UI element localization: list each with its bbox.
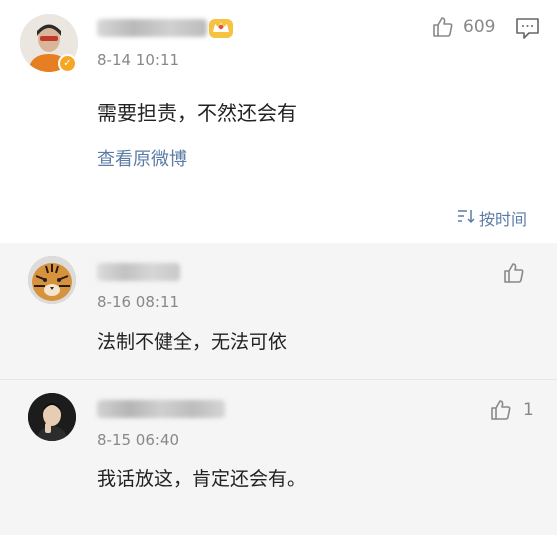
like-button[interactable]: 609 xyxy=(431,15,495,39)
reply-username-blurred[interactable] xyxy=(97,263,180,281)
reply-avatar[interactable] xyxy=(28,256,76,304)
thumbs-up-icon xyxy=(502,261,526,285)
reply-username-blurred[interactable] xyxy=(97,400,225,418)
reply-text: 我话放这，肯定还会有。 xyxy=(97,468,307,490)
comment-icon[interactable] xyxy=(515,17,540,44)
reply-text: 法制不健全，无法可依 xyxy=(97,331,288,353)
reply-like-count: 1 xyxy=(523,400,534,420)
reply-like-button[interactable] xyxy=(502,261,526,285)
view-original-post-link[interactable]: 查看原微博 xyxy=(97,145,187,171)
verified-icon: ✓ xyxy=(58,54,77,73)
sort-icon xyxy=(457,208,475,228)
thumbs-up-icon xyxy=(431,15,455,39)
reply-avatar[interactable] xyxy=(28,393,76,441)
sort-by-time-button[interactable]: 按时间 xyxy=(457,206,527,230)
reply-divider xyxy=(0,379,557,380)
comment-text: 需要担责，不然还会有 xyxy=(97,101,297,125)
like-count: 609 xyxy=(463,17,496,37)
sort-label: 按时间 xyxy=(478,210,527,229)
reply-timestamp: 8-15 06:40 xyxy=(97,431,180,449)
thumbs-up-icon xyxy=(489,398,513,422)
comment-timestamp: 8-14 10:11 xyxy=(97,51,180,69)
reply-like-button[interactable]: 1 xyxy=(489,398,534,422)
username-blurred[interactable] xyxy=(97,19,207,37)
main-comment: ✓ 8-14 10:11 需要担责，不然还会有 查看原微博 609 按时间 xyxy=(0,0,557,243)
reply-list: 8-16 08:11 法制不健全，无法可依 1 8-15 06:40 我话放这，… xyxy=(0,243,557,535)
crown-icon xyxy=(208,17,234,39)
reply-timestamp: 8-16 08:11 xyxy=(97,293,180,311)
